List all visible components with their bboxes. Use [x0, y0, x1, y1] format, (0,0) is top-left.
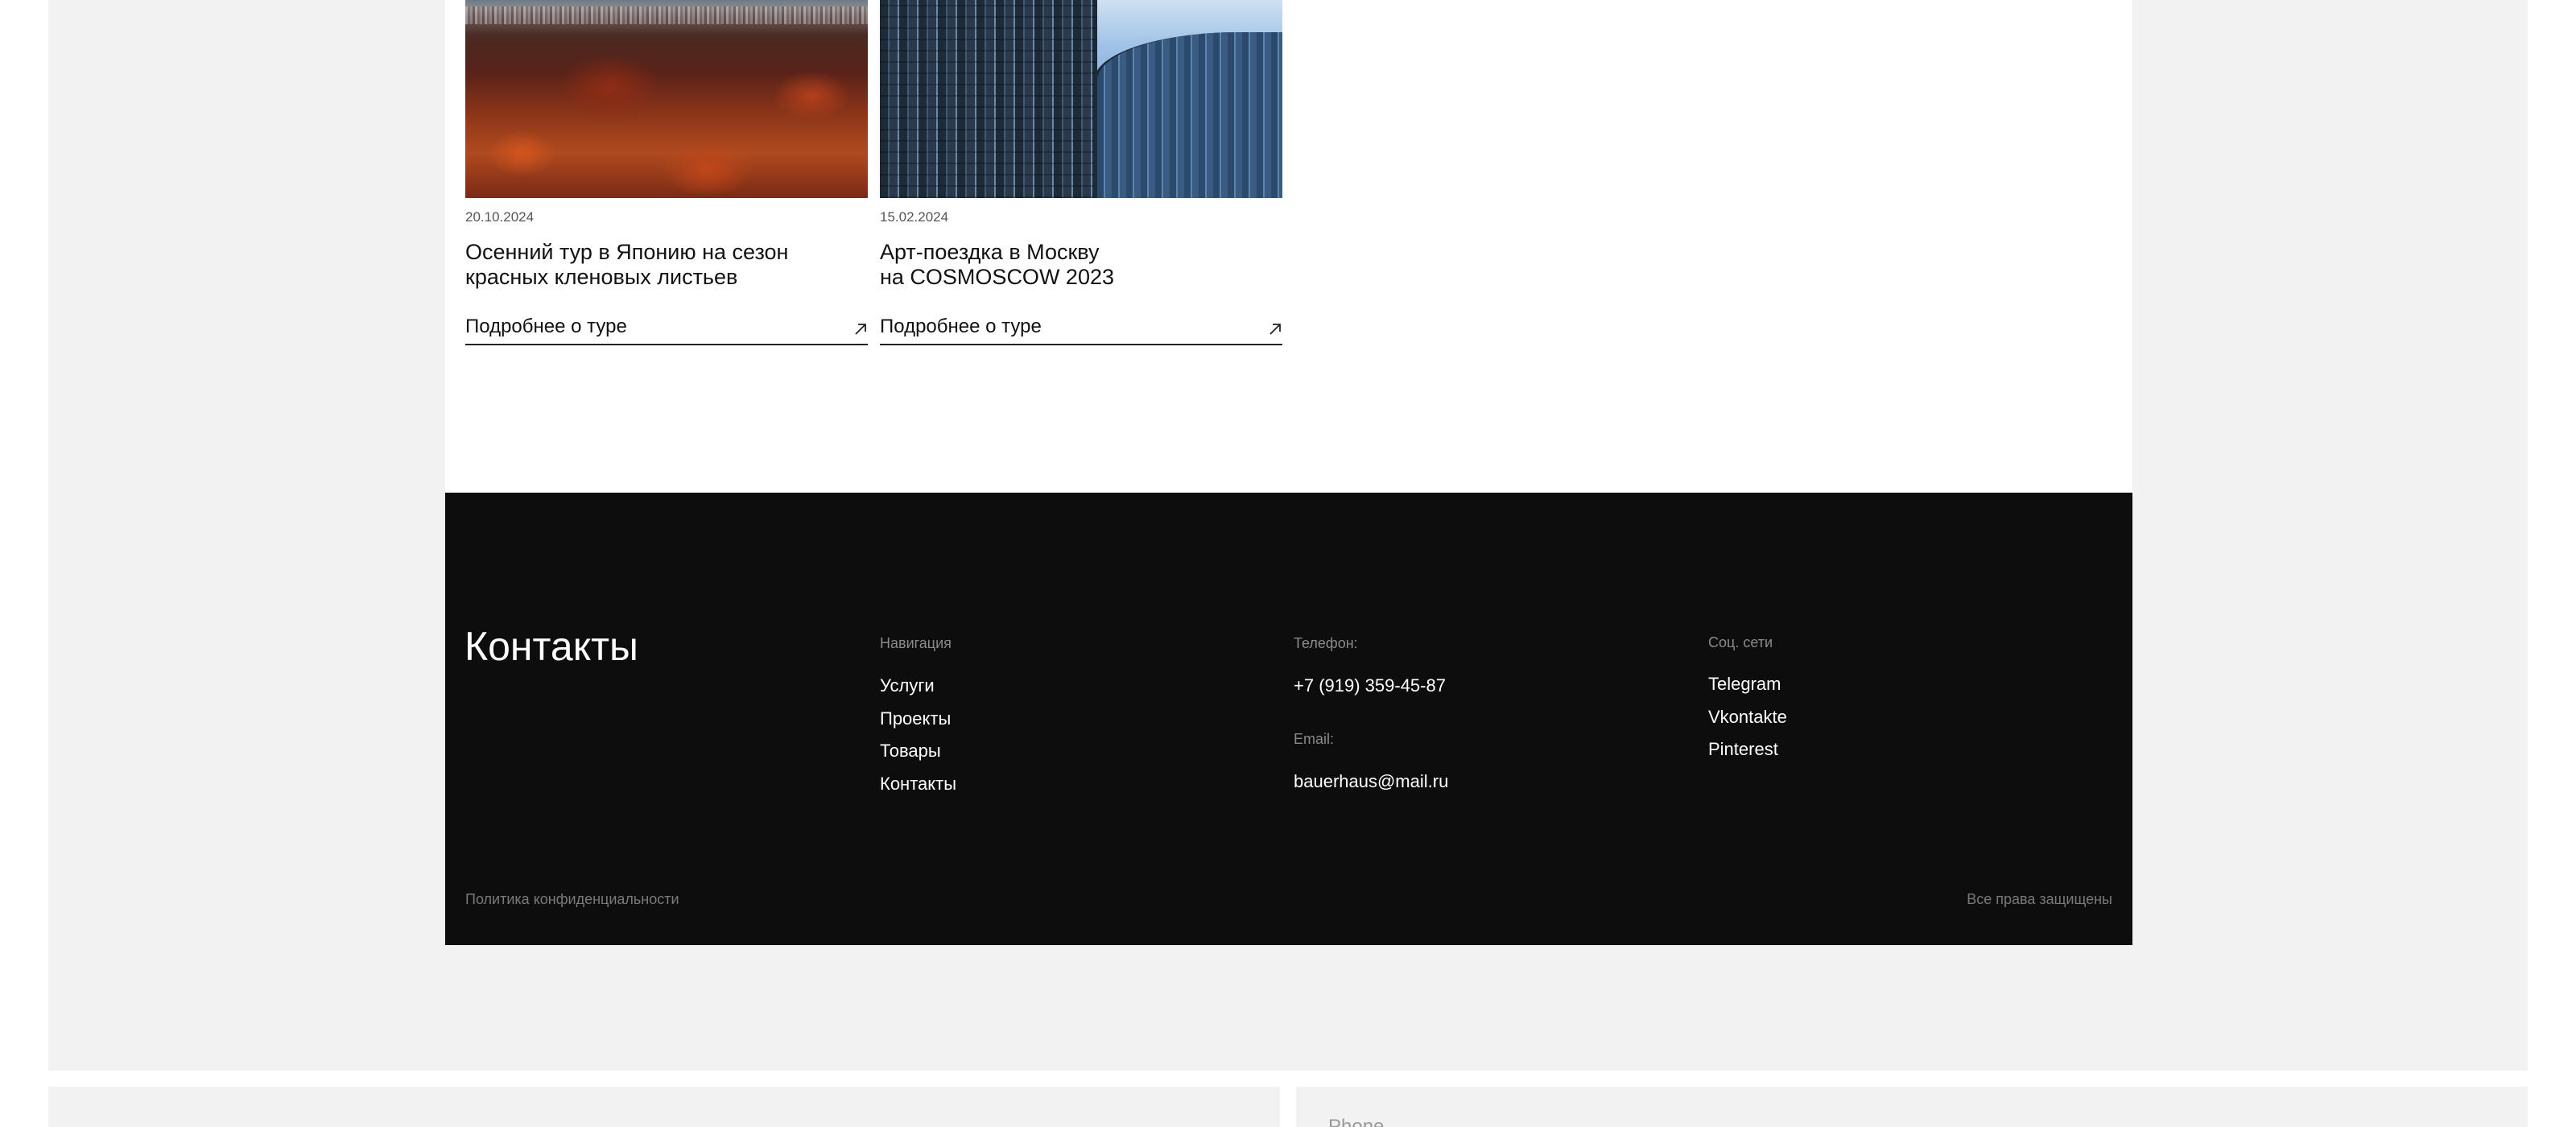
footer-title: Контакты — [464, 624, 638, 669]
copyright-text: Все права защищены — [1967, 891, 2112, 907]
social-link-telegram[interactable]: Telegram — [1708, 674, 1781, 695]
footer: Контакты Навигация Услуги Проекты Товары… — [445, 493, 2132, 945]
tour-title-line: красных кленовых листьев — [465, 265, 738, 289]
tour-title: Арт-поездка в Москву на COSMOSCOW 2023 — [880, 240, 1282, 290]
social-link-pinterest[interactable]: Pinterest — [1708, 739, 1778, 760]
arrow-up-right-icon — [855, 324, 866, 335]
tour-details-link[interactable]: Подробнее о туре — [880, 316, 1282, 345]
tour-details-label: Подробнее о туре — [465, 316, 627, 337]
email-link[interactable]: bauerhaus@mail.ru — [1294, 771, 1448, 792]
tour-card: 15.02.2024 Арт-поездка в Москву на COSMO… — [880, 0, 1282, 345]
social-link-vkontakte[interactable]: Vkontakte — [1708, 707, 1787, 728]
tour-title-line: на COSMOSCOW 2023 — [880, 265, 1114, 289]
nav-link-contacts[interactable]: Контакты — [880, 774, 956, 795]
phone-heading: Телефон: — [1294, 635, 1358, 651]
social-heading: Соц. сети — [1708, 634, 1773, 650]
tour-details-link[interactable]: Подробнее о туре — [465, 316, 868, 345]
phone-input[interactable] — [1328, 1116, 1811, 1127]
navigation-heading: Навигация — [880, 635, 952, 651]
form-field-panel[interactable] — [48, 1087, 1280, 1127]
tour-date: 15.02.2024 — [880, 209, 949, 225]
nav-link-services[interactable]: Услуги — [880, 675, 935, 696]
tour-title-line: Арт-поездка в Москву — [880, 240, 1100, 264]
tour-details-label: Подробнее о туре — [880, 316, 1042, 337]
arrow-up-right-icon — [1269, 324, 1281, 335]
tour-date: 20.10.2024 — [465, 209, 535, 225]
phone-field-panel — [1296, 1087, 2528, 1127]
tour-image[interactable] — [880, 0, 1282, 198]
tour-title-line: Осенний тур в Японию на сезон — [465, 240, 789, 264]
tour-card: 20.10.2024 Осенний тур в Японию на сезон… — [465, 0, 868, 345]
nav-link-products[interactable]: Товары — [880, 741, 941, 762]
privacy-policy-link[interactable]: Политика конфиденциальности — [465, 891, 679, 908]
tour-title: Осенний тур в Японию на сезон красных кл… — [465, 240, 868, 290]
email-heading: Email: — [1294, 731, 1335, 747]
nav-link-projects[interactable]: Проекты — [880, 708, 951, 729]
tour-image[interactable] — [465, 0, 868, 198]
phone-link[interactable]: +7 (919) 359-45-87 — [1294, 675, 1446, 696]
